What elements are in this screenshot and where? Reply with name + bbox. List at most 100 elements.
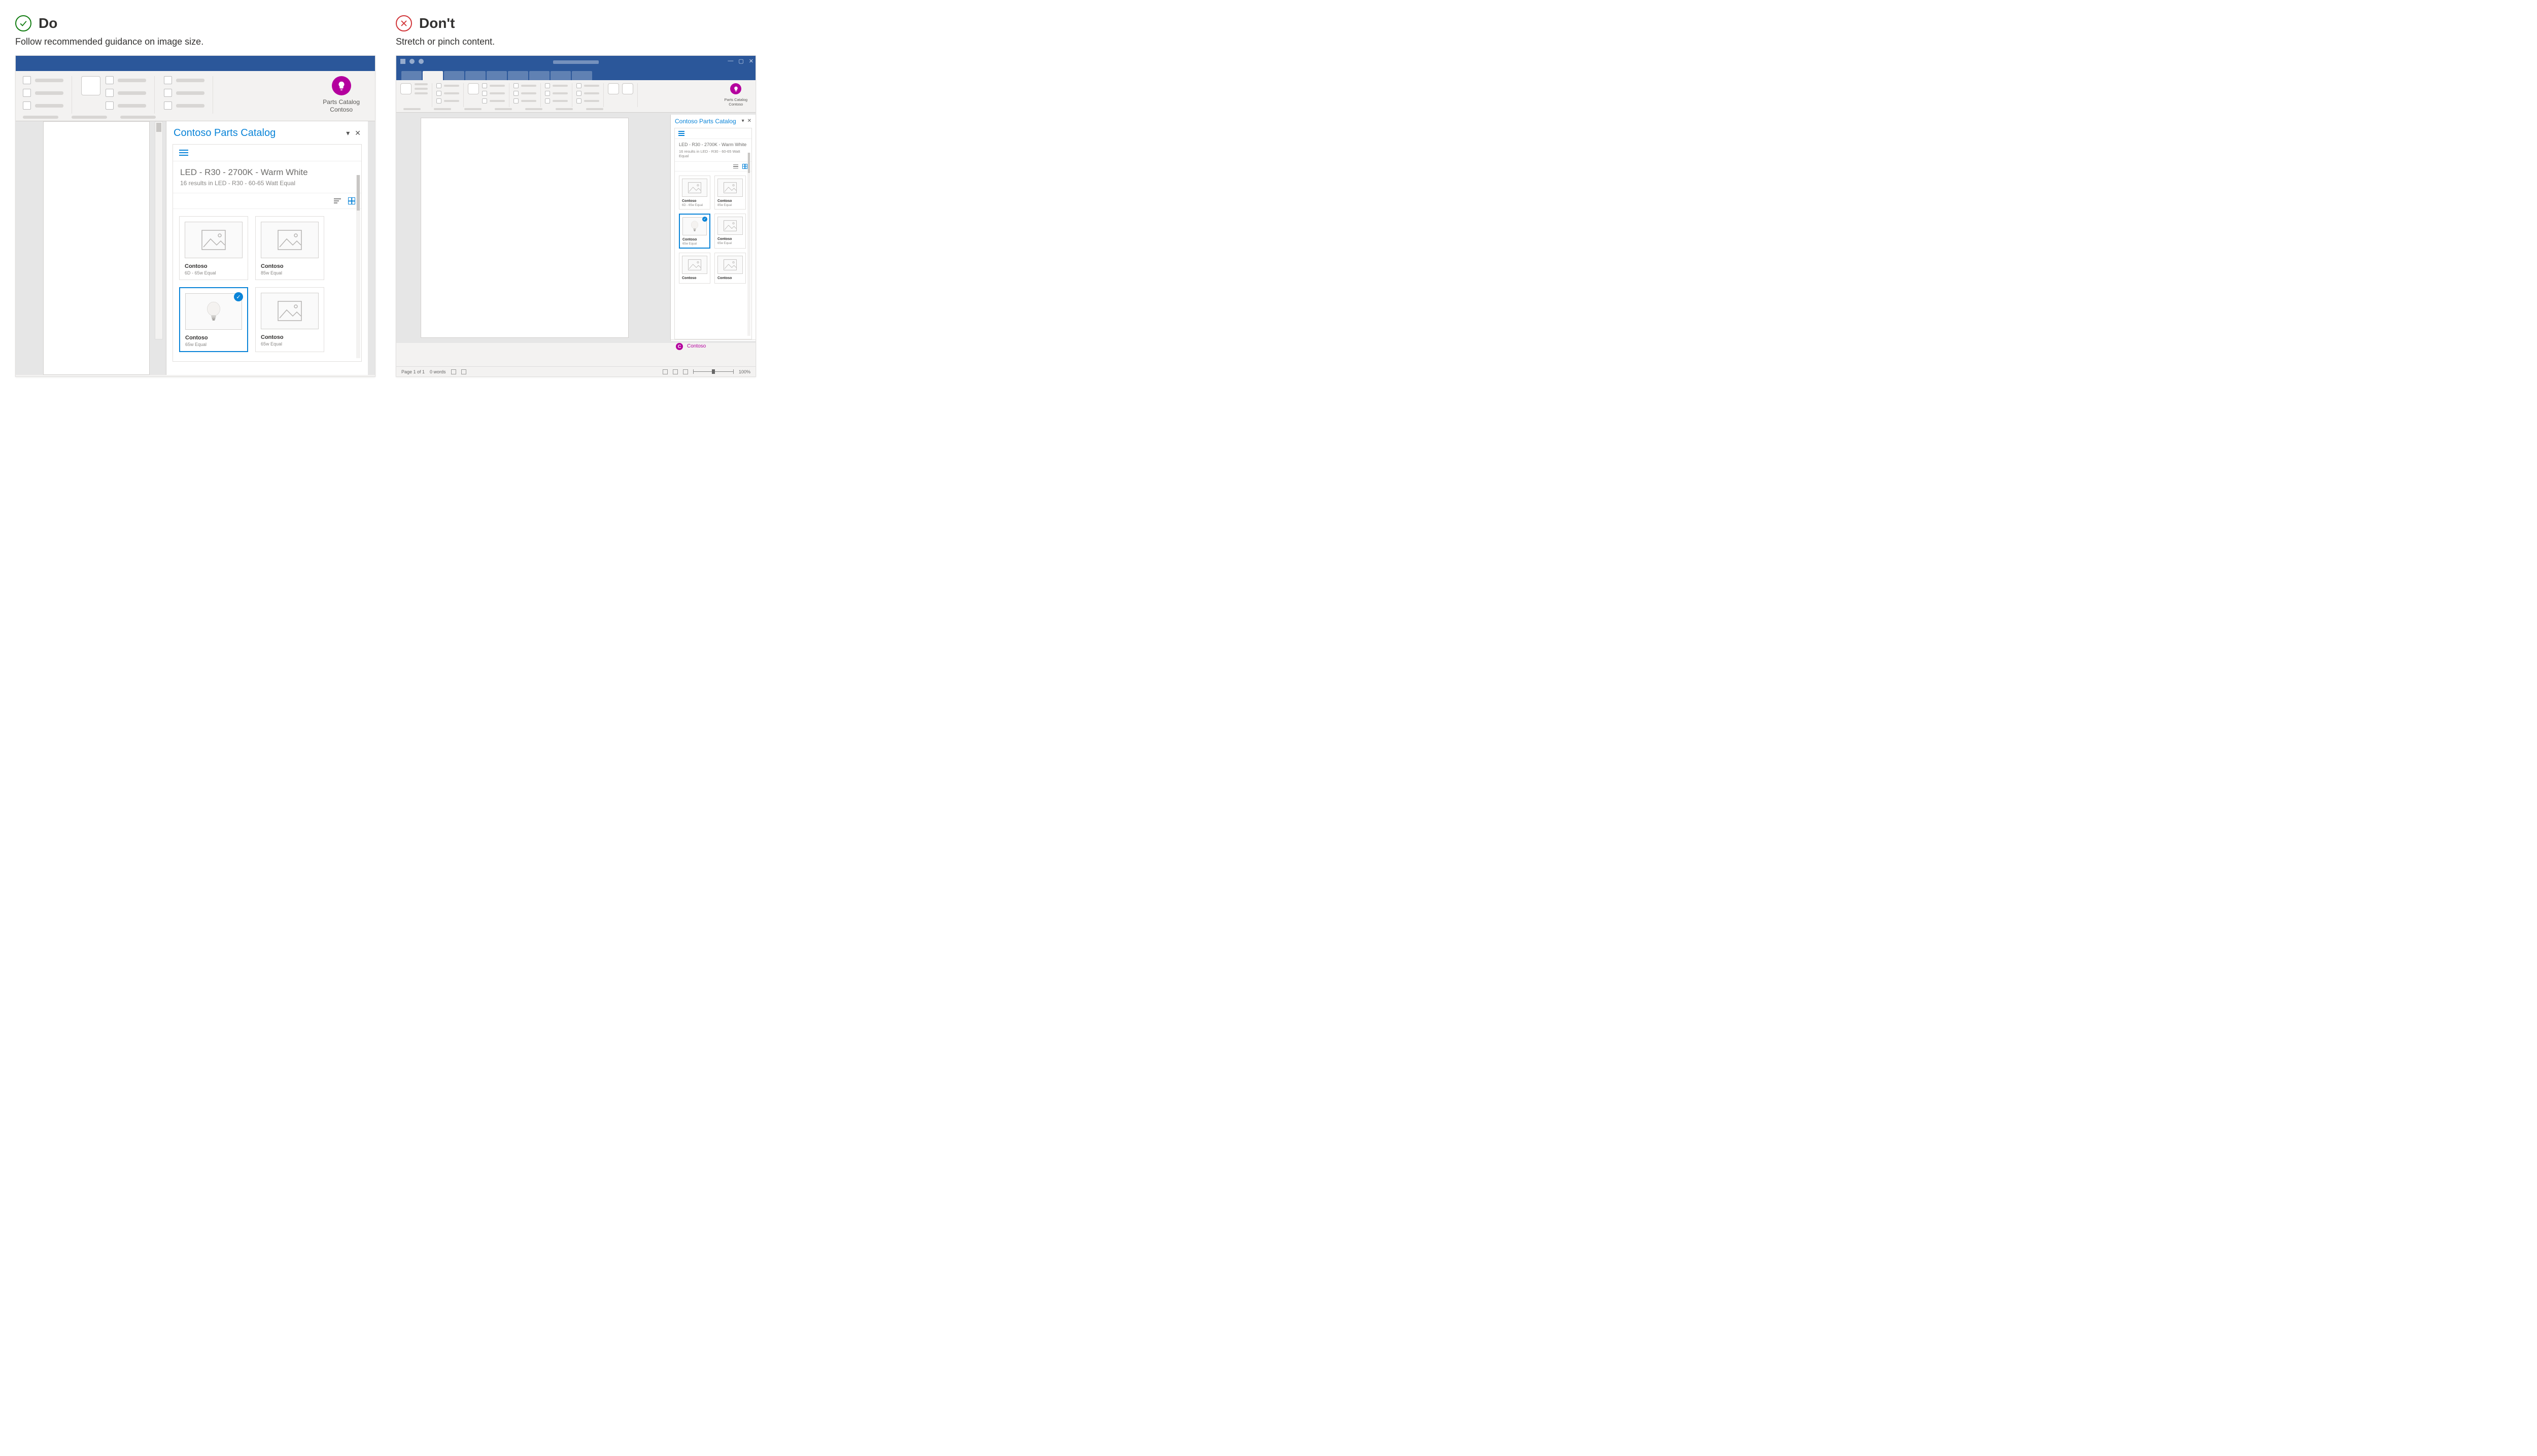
hamburger-icon[interactable] — [179, 150, 188, 156]
dont-title: Don't — [419, 15, 455, 31]
list-view-icon[interactable] — [733, 164, 738, 169]
zoom-slider[interactable] — [693, 371, 734, 372]
tile-meta: 6D - 65w Equal — [185, 270, 243, 275]
image-placeholder-icon — [261, 293, 319, 329]
pane-menu-icon[interactable]: ▾ — [742, 118, 744, 124]
view-mode-icon[interactable] — [663, 369, 668, 374]
tile-brand: Contoso — [682, 199, 707, 203]
ribbon-large-button[interactable] — [81, 76, 100, 95]
view-mode-icon[interactable] — [673, 369, 678, 374]
tile-brand: Contoso — [185, 263, 243, 269]
do-subtitle: Follow recommended guidance on image siz… — [15, 37, 375, 47]
image-placeholder-icon — [682, 256, 707, 274]
grid-view-icon[interactable] — [348, 197, 355, 204]
ribbon: Parts CatalogContoso — [16, 71, 375, 121]
ribbon-checkbox[interactable] — [164, 101, 172, 110]
tile-meta: 65w Equal — [717, 242, 743, 245]
task-pane: Contoso Parts Catalog ▾ ✕ LED - R30 - 27… — [166, 121, 368, 375]
close-icon[interactable]: ✕ — [749, 58, 753, 64]
ribbon: Parts CatalogContoso — [396, 80, 756, 113]
view-mode-icon[interactable] — [683, 369, 688, 374]
result-tile[interactable]: Contoso6D - 65w Equal — [179, 216, 248, 280]
document-page[interactable] — [43, 121, 150, 375]
ribbon-tab[interactable] — [401, 71, 422, 80]
list-view-icon[interactable] — [334, 198, 341, 203]
result-tile[interactable]: Contoso85w Equal — [255, 216, 324, 280]
x-circle-icon — [396, 15, 412, 31]
document-page[interactable] — [421, 118, 629, 338]
addin-ribbon-button[interactable]: Parts CatalogContoso — [323, 76, 360, 114]
task-pane-header: Contoso Parts Catalog ▾ ✕ — [671, 115, 756, 128]
ribbon-tab-active[interactable] — [423, 71, 443, 80]
document-area: Contoso Parts Catalog ▾ ✕ LED - R30 - 27… — [16, 121, 375, 375]
lightbulb-icon — [730, 83, 741, 94]
ribbon-tab[interactable] — [508, 71, 528, 80]
status-icon[interactable] — [461, 369, 466, 374]
do-title: Do — [39, 15, 57, 31]
task-pane: Contoso Parts Catalog ▾ ✕ LED - R30 - 27… — [670, 115, 756, 341]
tile-brand: Contoso — [261, 263, 319, 269]
addin-ribbon-button[interactable]: Parts CatalogContoso — [725, 83, 747, 107]
dont-heading: Don't — [396, 15, 756, 31]
quick-access-toolbar[interactable] — [400, 59, 424, 64]
pane-scrollbar[interactable] — [356, 175, 360, 358]
pane-close-icon[interactable]: ✕ — [355, 129, 361, 137]
ribbon-checkbox[interactable] — [164, 76, 172, 84]
result-tile[interactable]: Contoso65w Equal — [255, 287, 324, 352]
ribbon-tab[interactable] — [551, 71, 571, 80]
hamburger-icon[interactable] — [678, 131, 684, 136]
result-tile[interactable]: ✓Contoso65w Equal — [179, 287, 248, 352]
ribbon-tab[interactable] — [487, 71, 507, 80]
tile-brand: Contoso — [682, 276, 707, 280]
selected-check-icon: ✓ — [702, 217, 707, 222]
ribbon-checkbox[interactable] — [106, 89, 114, 97]
pane-menu-icon[interactable]: ▾ — [346, 129, 350, 137]
result-tile[interactable]: Contoso85w Equal — [714, 176, 746, 210]
document-scrollbar[interactable] — [155, 121, 163, 339]
result-tile[interactable]: Contoso6D - 65w Equal — [679, 176, 710, 210]
status-icon[interactable] — [451, 369, 456, 374]
results-card: LED - R30 - 2700K - Warm White 16 result… — [173, 144, 362, 362]
result-tile[interactable]: Contoso — [679, 253, 710, 284]
tile-meta: 85w Equal — [717, 204, 743, 207]
lightbulb-icon — [332, 76, 351, 95]
task-pane-header: Contoso Parts Catalog ▾ ✕ — [166, 121, 368, 144]
window-title-placeholder — [553, 60, 599, 64]
results-grid: Contoso6D - 65w EqualContoso85w Equal✓Co… — [679, 176, 747, 284]
image-placeholder-icon — [717, 256, 743, 274]
ribbon-checkbox[interactable] — [23, 76, 31, 84]
app-icon — [400, 59, 405, 64]
ribbon-tab[interactable] — [444, 71, 464, 80]
tile-meta: 6D - 65w Equal — [682, 204, 707, 207]
ribbon-checkbox[interactable] — [23, 89, 31, 97]
task-pane-title: Contoso Parts Catalog — [675, 118, 736, 125]
document-area: Contoso Parts Catalog ▾ ✕ LED - R30 - 27… — [396, 113, 756, 343]
grid-view-icon[interactable] — [742, 164, 747, 169]
ribbon-checkbox[interactable] — [164, 89, 172, 97]
result-tile[interactable]: Contoso — [714, 253, 746, 284]
dont-mock-window: — ▢ ✕ — [396, 55, 756, 377]
pane-close-icon[interactable]: ✕ — [747, 118, 751, 124]
selected-check-icon: ✓ — [234, 292, 243, 301]
status-words: 0 words — [430, 369, 446, 374]
ribbon-checkbox[interactable] — [23, 101, 31, 110]
ribbon-checkbox[interactable] — [106, 101, 114, 110]
ribbon-checkbox[interactable] — [106, 76, 114, 84]
search-subtitle: 16 results in LED - R30 - 60-65 Watt Equ… — [180, 180, 354, 187]
result-tile[interactable]: Contoso65w Equal — [714, 214, 746, 249]
ribbon-large-button[interactable] — [400, 83, 412, 94]
minimize-icon[interactable]: — — [728, 58, 733, 64]
check-circle-icon — [15, 15, 31, 31]
tile-brand: Contoso — [717, 237, 743, 241]
maximize-icon[interactable]: ▢ — [738, 58, 743, 64]
tile-brand: Contoso — [717, 199, 743, 203]
ribbon-tab[interactable] — [572, 71, 592, 80]
result-tile[interactable]: ✓Contoso65w Equal — [679, 214, 710, 249]
undo-icon[interactable] — [409, 59, 415, 64]
ribbon-tab[interactable] — [465, 71, 486, 80]
ribbon-tab[interactable] — [529, 71, 550, 80]
dont-column: Don't Stretch or pinch content. — ▢ ✕ — [396, 15, 756, 377]
redo-icon[interactable] — [419, 59, 424, 64]
tile-brand: Contoso — [682, 238, 707, 241]
pane-scrollbar[interactable] — [747, 153, 750, 336]
